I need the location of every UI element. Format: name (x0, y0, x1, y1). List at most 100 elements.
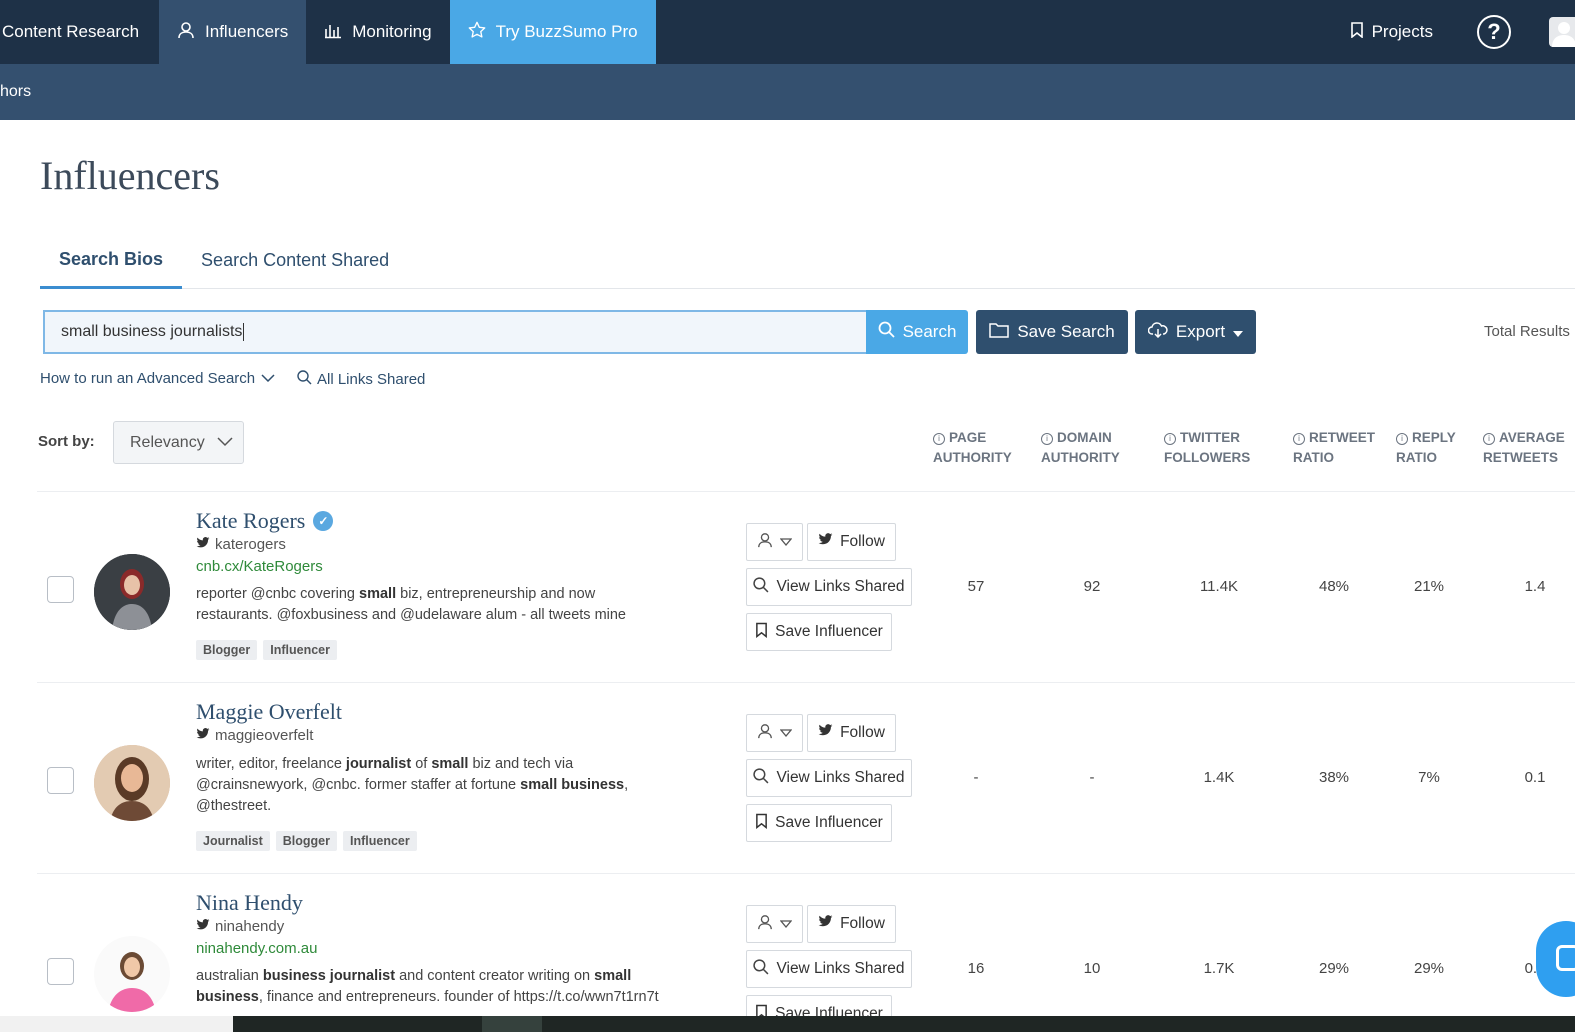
nav-try-pro[interactable]: Try BuzzSumo Pro (449, 0, 656, 64)
export-button[interactable]: Export (1135, 310, 1256, 354)
search-input[interactable]: small business journalists (43, 310, 867, 354)
influencer-name[interactable]: Nina Hendy (196, 890, 303, 916)
row-checkbox[interactable] (47, 767, 74, 794)
avatar[interactable] (94, 554, 170, 630)
sub-navigation: hors (0, 64, 1575, 120)
column-reply-ratio[interactable]: i REPLY RATIO (1396, 428, 1456, 468)
view-links-shared-button[interactable]: View Links Shared (746, 759, 912, 797)
info-icon[interactable]: i (1483, 433, 1495, 445)
influencer-row: Kate Rogers ✓ katerogers cnb.cx/KateRoge… (37, 492, 1575, 683)
metric-reply-ratio: 7% (1418, 769, 1440, 786)
taskbar (0, 1016, 1575, 1032)
column-page-authority[interactable]: i PAGE AUTHORITY (933, 428, 1012, 468)
info-icon[interactable]: i (1041, 433, 1053, 445)
save-influencer-button[interactable]: Save Influencer (746, 613, 892, 651)
bio-text: reporter @cnbc covering small biz, entre… (196, 584, 656, 626)
column-twitter-followers[interactable]: i TWITTER FOLLOWERS (1164, 428, 1250, 468)
view-links-shared-button[interactable]: View Links Shared (746, 950, 912, 988)
add-to-list-button[interactable] (746, 714, 803, 752)
user-icon (177, 21, 195, 44)
row-checkbox[interactable] (47, 958, 74, 985)
nav-monitoring[interactable]: Monitoring (306, 0, 449, 64)
subnav-item[interactable]: hors (0, 83, 31, 101)
twitter-handle[interactable]: katerogers (196, 536, 286, 553)
search-icon (297, 370, 312, 389)
twitter-handle[interactable]: ninahendy (196, 918, 284, 935)
tag: Blogger (275, 831, 337, 851)
follow-button[interactable]: Follow (807, 714, 896, 752)
user-avatar[interactable] (1549, 17, 1575, 47)
user-icon (757, 723, 773, 744)
save-search-button[interactable]: Save Search (976, 310, 1128, 354)
user-icon (757, 914, 773, 935)
nav-content-research[interactable]: Content Research (0, 0, 159, 64)
search-button[interactable]: Search (866, 310, 968, 354)
influencer-name[interactable]: Maggie Overfelt (196, 699, 342, 725)
info-icon[interactable]: i (1164, 433, 1176, 445)
advanced-search-link[interactable]: How to run an Advanced Search (40, 370, 275, 387)
search-icon (753, 767, 769, 789)
chevron-down-icon (217, 434, 233, 452)
bio-segment: , finance and entrepreneurs. founder of … (258, 989, 659, 1005)
row-checkbox[interactable] (47, 576, 74, 603)
tags: Blogger Influencer (196, 640, 337, 660)
influencer-row: Maggie Overfelt maggieoverfelt writer, e… (37, 683, 1575, 874)
website-link[interactable]: cnb.cx/KateRogers (196, 558, 323, 575)
projects-link[interactable]: Projects (1350, 21, 1433, 43)
save-influencer-button[interactable]: Save Influencer (746, 804, 892, 842)
nav-monitoring-label: Monitoring (352, 22, 432, 41)
twitter-icon (818, 724, 833, 742)
twitter-icon (818, 533, 833, 551)
bookmark-icon (755, 1004, 768, 1016)
add-to-list-button[interactable] (746, 905, 803, 943)
taskbar-item[interactable] (482, 1016, 542, 1032)
cloud-download-icon (1147, 321, 1168, 343)
follow-button[interactable]: Follow (807, 905, 896, 943)
tab-search-bios[interactable]: Search Bios (40, 232, 183, 289)
twitter-icon (196, 727, 210, 744)
avatar[interactable] (94, 936, 170, 1012)
topnav-right: Projects ? (1350, 0, 1575, 64)
save-search-label: Save Search (1017, 322, 1115, 341)
column-average-retweets[interactable]: i AVERAGE RETWEETS (1483, 428, 1565, 468)
projects-label: Projects (1371, 22, 1433, 41)
avatar[interactable] (94, 745, 170, 821)
influencer-name[interactable]: Kate Rogers ✓ (196, 508, 334, 534)
add-to-list-button[interactable] (746, 523, 803, 561)
metric-reply-ratio: 21% (1413, 578, 1445, 595)
twitter-icon (196, 918, 210, 935)
website-link[interactable]: ninahendy.com.au (196, 940, 317, 957)
view-links-shared-button[interactable]: View Links Shared (746, 568, 912, 606)
tab-search-content-shared[interactable]: Search Content Shared (182, 232, 408, 289)
user-icon (757, 532, 773, 553)
info-icon[interactable]: i (933, 433, 945, 445)
follow-button[interactable]: Follow (807, 523, 896, 561)
bio-segment: and content creator writing on (395, 968, 595, 984)
sort-select[interactable]: Relevancy (113, 421, 244, 464)
nav-influencers[interactable]: Influencers (159, 0, 307, 64)
search-icon (878, 321, 895, 343)
nav-try-pro-label: Try BuzzSumo Pro (495, 22, 638, 41)
all-links-shared-label: All Links Shared (317, 371, 426, 388)
metric-page-authority: - (973, 769, 979, 786)
chat-widget-button[interactable] (1536, 921, 1575, 997)
column-retweet-ratio[interactable]: i RETWEET RATIO (1293, 428, 1375, 468)
advanced-search-label: How to run an Advanced Search (40, 370, 256, 387)
twitter-handle[interactable]: maggieoverfelt (196, 727, 313, 744)
twitter-icon (196, 536, 210, 553)
info-icon[interactable]: i (1396, 433, 1408, 445)
metric-average-retweets: 1.4 (1524, 578, 1546, 595)
total-results: Total Results (1484, 323, 1570, 340)
metric-page-authority: 16 (967, 960, 985, 977)
metric-domain-authority: 92 (1083, 578, 1101, 595)
metric-twitter-followers: 11.4K (1199, 578, 1239, 595)
info-icon[interactable]: i (1293, 433, 1305, 445)
bio-segment: reporter @cnbc covering (196, 586, 360, 602)
column-domain-authority[interactable]: i DOMAIN AUTHORITY (1041, 428, 1120, 468)
save-influencer-button[interactable]: Save Influencer (746, 995, 892, 1016)
metric-twitter-followers: 1.7K (1203, 960, 1235, 977)
bookmark-icon (1350, 21, 1364, 43)
help-icon[interactable]: ? (1477, 15, 1511, 49)
bio-segment: small (431, 756, 469, 772)
all-links-shared-link[interactable]: All Links Shared (297, 370, 425, 389)
